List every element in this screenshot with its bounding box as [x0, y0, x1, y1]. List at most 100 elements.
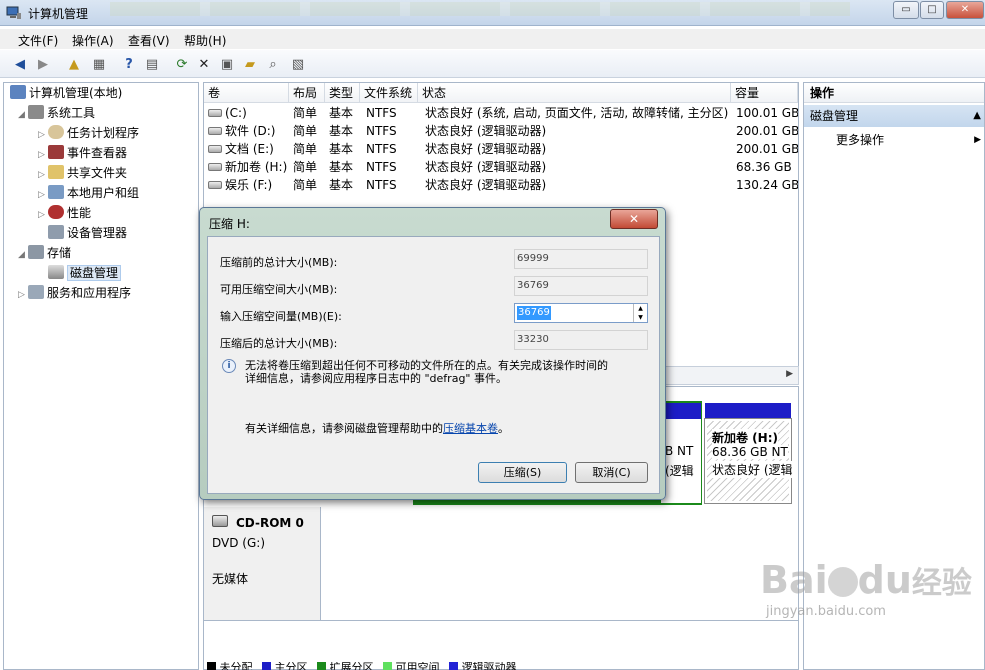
users-icon	[48, 185, 64, 199]
cdrom-label-panel[interactable]: CD-ROM 0 DVD (G:) 无媒体	[204, 507, 321, 620]
collapse-up-icon[interactable]: ▲	[973, 105, 981, 127]
watermark-cn: 经验	[911, 566, 972, 601]
tree-performance[interactable]: ▷ 性能	[38, 204, 91, 222]
menu-help[interactable]: 帮助(H)	[184, 32, 226, 49]
volume-row[interactable]: 新加卷 (H:) 简单 基本 NTFS 状态良好 (逻辑驱动器) 68.36 GB	[204, 158, 798, 176]
properties-icon[interactable]: ▣	[218, 55, 236, 73]
cell-layout: 简单	[293, 160, 318, 174]
volume-row[interactable]: 娱乐 (F:) 简单 基本 NTFS 状态良好 (逻辑驱动器) 130.24 GB	[204, 176, 798, 194]
volume-row[interactable]: 软件 (D:) 简单 基本 NTFS 状态良好 (逻辑驱动器) 200.01 GB	[204, 122, 798, 140]
storage-icon	[28, 245, 44, 259]
scroll-right-icon[interactable]: ▶	[786, 369, 793, 379]
menu-file[interactable]: 文件(F)	[18, 32, 58, 49]
legend-extended-swatch	[317, 662, 326, 670]
collapse-icon[interactable]: ◢	[18, 246, 28, 264]
cell-status: 状态良好 (系统, 启动, 页面文件, 活动, 故障转储, 主分区)	[425, 106, 729, 120]
volume-name: (C:)	[225, 106, 247, 120]
cell-filesystem: NTFS	[366, 106, 397, 120]
help-link[interactable]: 压缩基本卷	[443, 422, 498, 435]
spin-down-icon[interactable]: ▼	[633, 313, 647, 322]
partition-partial[interactable]: B NT (逻辑	[661, 419, 701, 503]
minimize-button[interactable]: ▭	[893, 1, 919, 19]
dialog-title: 压缩 H:	[209, 217, 250, 231]
back-arrow-icon[interactable]: ◀	[11, 55, 29, 73]
cell-capacity: 100.01 GB	[736, 106, 798, 120]
tree-task-scheduler[interactable]: ▷ 任务计划程序	[38, 124, 139, 142]
cell-volume: 新加卷 (H:)	[208, 158, 288, 176]
col-header-filesystem[interactable]: 文件系统	[360, 83, 418, 103]
maximize-button[interactable]: □	[920, 1, 944, 19]
navigation-tree: 计算机管理(本地) ◢ 系统工具 ▷ 任务计划程序 ▷ 事件查看器 ▷ 共享文件夹 ▷ 本…	[3, 82, 199, 670]
cell-filesystem: NTFS	[366, 178, 397, 192]
cell-volume: 娱乐 (F:)	[208, 176, 288, 194]
partition-partial-size: B NT	[665, 444, 694, 458]
forward-arrow-icon[interactable]: ▶	[34, 55, 52, 73]
tree-system-tools[interactable]: ◢ 系统工具	[18, 104, 95, 122]
cell-type: 基本	[329, 106, 354, 120]
tree-event-viewer[interactable]: ▷ 事件查看器	[38, 144, 127, 162]
cell-filesystem: NTFS	[366, 142, 397, 156]
shrink-amount-spinbox[interactable]: 36769 ▲ ▼	[514, 303, 648, 323]
cell-status: 状态良好 (逻辑驱动器)	[425, 160, 547, 174]
shrink-amount-input[interactable]: 36769	[517, 306, 551, 320]
col-header-status[interactable]: 状态	[418, 83, 731, 103]
cell-volume: (C:)	[208, 104, 288, 122]
spin-up-icon[interactable]: ▲	[633, 304, 647, 313]
volume-name: 新加卷 (H:)	[225, 160, 288, 174]
volume-row[interactable]: (C:) 简单 基本 NTFS 状态良好 (系统, 启动, 页面文件, 活动, 故障转储…	[204, 104, 798, 122]
tree-root[interactable]: 计算机管理(本地)	[10, 84, 122, 102]
help-icon[interactable]: ?	[120, 55, 138, 73]
actions-section-disk-management[interactable]: 磁盘管理 ▲	[804, 105, 984, 127]
open-folder-icon[interactable]: ▰	[241, 55, 259, 73]
legend: 未分配 主分区 扩展分区 可用空间 逻辑驱动器	[207, 662, 517, 670]
expand-icon[interactable]: ▷	[38, 146, 48, 164]
cell-capacity: 68.36 GB	[736, 160, 792, 174]
shrink-button[interactable]: 压缩(S)	[478, 462, 567, 483]
up-folder-icon[interactable]: ▲	[65, 55, 83, 73]
refresh-icon[interactable]: ⟳	[173, 55, 191, 73]
cell-type: 基本	[329, 124, 354, 138]
cell-layout: 简单	[293, 106, 318, 120]
cancel-button[interactable]: 取消(C)	[575, 462, 648, 483]
tree-storage[interactable]: ◢ 存储	[18, 244, 71, 262]
more-actions-item[interactable]: 更多操作 ▶	[804, 130, 984, 150]
expand-icon[interactable]: ▷	[38, 166, 48, 184]
show-hide-action-pane-icon[interactable]: ▤	[143, 55, 161, 73]
tree-local-users[interactable]: ▷ 本地用户和组	[38, 184, 139, 202]
background-taskbar	[110, 2, 850, 16]
delete-icon[interactable]: ✕	[195, 55, 213, 73]
cell-type: 基本	[329, 142, 354, 156]
col-header-type[interactable]: 类型	[325, 83, 360, 103]
close-button[interactable]: ✕	[946, 1, 984, 19]
cell-filesystem: NTFS	[366, 124, 397, 138]
tree-disk-management[interactable]: 磁盘管理	[38, 264, 122, 282]
expand-icon[interactable]: ▷	[38, 186, 48, 204]
expand-icon[interactable]: ▷	[38, 126, 48, 144]
info-icon: i	[222, 359, 236, 373]
collapse-icon[interactable]: ◢	[18, 106, 28, 124]
col-header-capacity[interactable]: 容量	[731, 83, 798, 103]
watermark-brand2: du	[857, 558, 912, 602]
show-hide-tree-icon[interactable]: ▦	[90, 55, 108, 73]
menu-view[interactable]: 查看(V)	[128, 32, 170, 49]
col-header-layout[interactable]: 布局	[289, 83, 325, 103]
search-icon[interactable]: ⌕	[264, 55, 282, 73]
col-header-volume[interactable]: 卷	[204, 83, 289, 103]
computer-management-icon	[6, 6, 21, 19]
volume-row[interactable]: 文档 (E:) 简单 基本 NTFS 状态良好 (逻辑驱动器) 200.01 GB	[204, 140, 798, 158]
export-icon[interactable]: ▧	[289, 55, 307, 73]
tree-services-apps[interactable]: ▷ 服务和应用程序	[18, 284, 131, 302]
tree-device-manager[interactable]: 设备管理器	[38, 224, 127, 242]
dialog-close-button[interactable]: ✕	[610, 209, 658, 229]
cell-capacity: 200.01 GB	[736, 142, 798, 156]
menu-action[interactable]: 操作(A)	[72, 32, 114, 49]
volume-icon	[208, 163, 222, 171]
computer-icon	[10, 85, 26, 99]
window-title: 计算机管理	[28, 7, 89, 21]
expand-icon[interactable]: ▷	[18, 286, 28, 304]
submenu-arrow-icon: ▶	[974, 135, 981, 145]
partition-new-volume-h[interactable]: 新加卷 (H:) 68.36 GB NT 状态良好 (逻辑	[704, 418, 793, 504]
expand-icon[interactable]: ▷	[38, 206, 48, 224]
tree-shared-folders[interactable]: ▷ 共享文件夹	[38, 164, 127, 182]
cell-layout: 简单	[293, 142, 318, 156]
